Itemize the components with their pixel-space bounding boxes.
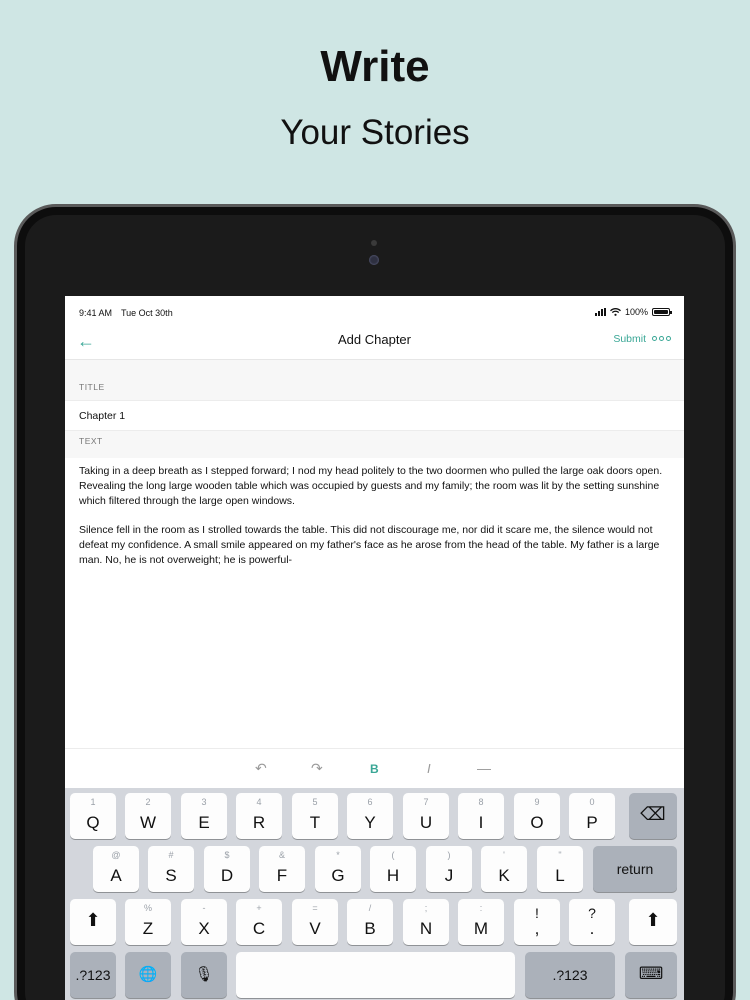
on-screen-keyboard: 1Q 2W 3E 4R 5T 6Y 7U 8I 9O 0P ⌫ @ A # S $ D… (65, 788, 684, 1000)
wifi-icon (610, 308, 621, 316)
bold-button[interactable]: B (370, 762, 379, 776)
key-q[interactable]: 1Q (70, 793, 116, 839)
key-r[interactable]: 4R (236, 793, 282, 839)
sensor-dot (371, 240, 377, 246)
key-l[interactable]: " L (537, 846, 583, 892)
marketing-headline: Write (320, 42, 430, 91)
redo-icon[interactable]: ↷ (311, 760, 323, 777)
numbers-key-left[interactable]: .?123 (70, 952, 116, 998)
text-section-label: TEXT (65, 431, 684, 458)
key-g[interactable]: * G (315, 846, 361, 892)
key-d[interactable]: $ D (204, 846, 250, 892)
undo-icon[interactable]: ↶ (255, 760, 267, 777)
italic-button[interactable]: I (427, 761, 431, 776)
shift-right-key[interactable]: ⬆ (629, 899, 677, 945)
keyboard-hide-icon: ⌨ (638, 964, 664, 983)
key-c[interactable]: + C (236, 899, 282, 945)
key-h[interactable]: (H (370, 846, 416, 892)
key-y[interactable]: 6Y (347, 793, 393, 839)
key-o[interactable]: 9O (514, 793, 560, 839)
key-u[interactable]: 7U (403, 793, 449, 839)
key-i[interactable]: 8I (458, 793, 504, 839)
battery-percent: 100% (624, 307, 648, 317)
more-options-icon[interactable] (652, 336, 671, 341)
key-x[interactable]: -X (181, 899, 227, 945)
backspace-key[interactable]: ⌫ (629, 793, 677, 839)
key-a[interactable]: @ A (93, 846, 139, 892)
signal-icon (594, 308, 606, 316)
marketing-subheadline: Your Stories (280, 113, 470, 152)
chapter-text-editor[interactable]: Taking in a deep breath as I stepped for… (65, 458, 684, 748)
shift-left-key[interactable]: ⬆ (70, 899, 116, 945)
key-j[interactable]: ) J (426, 846, 472, 892)
key-s[interactable]: # S (148, 846, 194, 892)
key-period[interactable]: ?. (569, 899, 615, 945)
numbers-key-right[interactable]: .?123 (525, 952, 615, 998)
key-f[interactable]: & F (259, 846, 305, 892)
formatting-toolbar: ↶ ↷ B I — (65, 748, 684, 788)
app-screen: 9:41 AM Tue Oct 30th 100% ← Add Chapter … (65, 296, 684, 1000)
page-title: Add Chapter (338, 332, 411, 347)
shift-icon: ⬆ (85, 910, 101, 930)
title-section-label: TITLE (65, 360, 684, 400)
key-b[interactable]: / B (347, 899, 393, 945)
key-comma[interactable]: !, (514, 899, 560, 945)
navigation-bar: ← Add Chapter Submit (65, 322, 684, 360)
title-row (65, 400, 684, 431)
backspace-icon: ⌫ (640, 804, 666, 824)
status-date: Tue Oct 30th (121, 308, 173, 318)
key-k[interactable]: ' K (481, 846, 527, 892)
key-w[interactable]: 2W (125, 793, 171, 839)
globe-key[interactable]: 🌐 (125, 952, 171, 998)
status-bar: 9:41 AM Tue Oct 30th 100% (65, 296, 684, 322)
status-time: 9:41 AM (79, 308, 113, 318)
microphone-icon: 🎙 (194, 966, 214, 983)
shift-icon: ⬆ (645, 910, 661, 930)
key-v[interactable]: = V (292, 899, 338, 945)
return-key[interactable]: return (593, 846, 677, 892)
globe-icon: 🌐 (138, 966, 158, 983)
text-paragraph: Silence fell in the room as I strolled t… (79, 524, 660, 566)
battery-icon (652, 308, 672, 316)
space-bar[interactable] (236, 952, 515, 998)
horizontal-rule-icon[interactable]: — (477, 760, 491, 776)
dictation-key[interactable]: 🎙 (181, 952, 227, 998)
text-paragraph: Taking in a deep breath as I stepped for… (79, 465, 663, 507)
key-e[interactable]: 3E (181, 793, 227, 839)
chapter-title-input[interactable] (79, 410, 669, 422)
hide-keyboard-key[interactable]: ⌨ (625, 952, 677, 998)
status-indicators: 100% (594, 307, 672, 317)
front-camera (369, 255, 379, 265)
key-z[interactable]: % Z (125, 899, 171, 945)
key-m[interactable]: :M (458, 899, 504, 945)
key-n[interactable]: ; N (403, 899, 449, 945)
key-t[interactable]: 5T (292, 793, 338, 839)
submit-button[interactable]: Submit (613, 333, 646, 345)
key-p[interactable]: 0P (569, 793, 615, 839)
